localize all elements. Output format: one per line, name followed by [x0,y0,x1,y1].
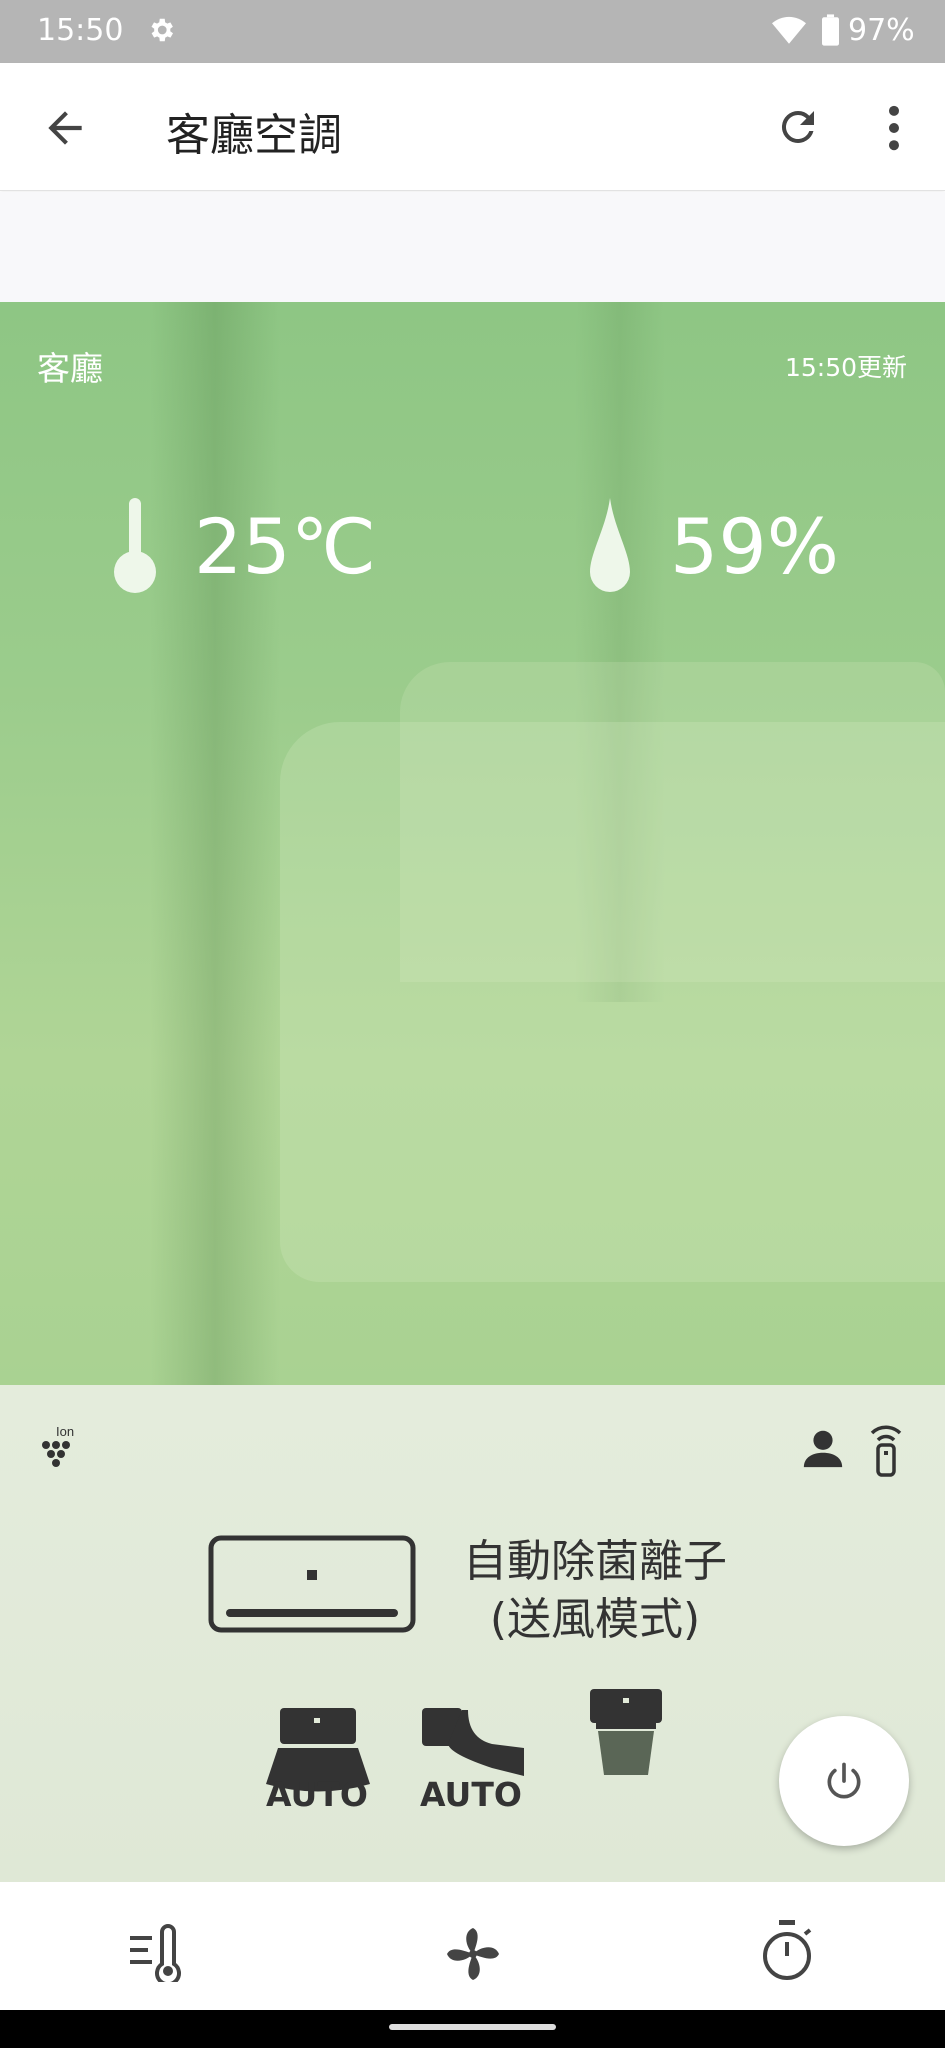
refresh-icon[interactable] [774,103,822,151]
fan-speed-label: AUTO [266,1775,368,1814]
room-label: 客廳 [37,349,103,388]
back-arrow-icon[interactable] [40,103,90,153]
operation-mode: 自動除菌離子 (送風模式) [450,1533,740,1649]
curtain-shade [150,302,280,1385]
control-panel: Ion 自動除菌離子 (送風模式) AUTO AUTO [0,1385,945,1882]
app-bar: 客廳空調 [0,63,945,191]
power-icon [827,1762,861,1799]
screen: 15:50 97% 客廳空調 客廳 15:50更新 25℃ 59% Ion 自動… [0,0,945,2048]
status-time: 15:50 [37,13,124,48]
temperature-settings-icon[interactable] [128,1924,186,1982]
settings-gear-icon [151,18,173,42]
sofa-shape [280,722,945,1282]
mode-line-1: 自動除菌離子 [463,1536,727,1587]
swing-direction-icon[interactable] [586,1685,666,1785]
temperature-value: 25℃ [194,502,377,591]
power-button[interactable] [779,1716,909,1846]
bottom-navigation [0,1882,945,2010]
updated-time: 15:50更新 [784,353,907,382]
home-gesture-handle[interactable] [389,2024,556,2030]
battery-icon [822,14,839,46]
system-navigation-bar [0,2010,945,2048]
spacer-strip [0,192,945,302]
ac-unit-icon [208,1535,416,1633]
humidity-drop-icon [590,498,630,592]
user-icon[interactable] [800,1425,846,1471]
mode-line-2: (送風模式) [489,1594,701,1645]
thermometer-icon [114,498,156,593]
humidity-value: 59% [670,502,839,591]
more-vert-icon[interactable] [876,103,912,153]
vane-direction-label: AUTO [420,1775,522,1814]
plasmacluster-ion-icon: Ion [42,1424,74,1467]
room-status-card: 客廳 15:50更新 25℃ 59% [0,302,945,1385]
status-bar: 15:50 97% [0,0,945,63]
ion-text: Ion [56,1424,74,1439]
remote-signal-icon[interactable] [868,1421,904,1477]
battery-percent: 97% [848,13,915,48]
fan-mode-icon[interactable] [443,1924,503,1984]
timer-icon[interactable] [760,1920,814,1982]
page-title: 客廳空調 [166,110,342,161]
wifi-icon [772,16,806,44]
